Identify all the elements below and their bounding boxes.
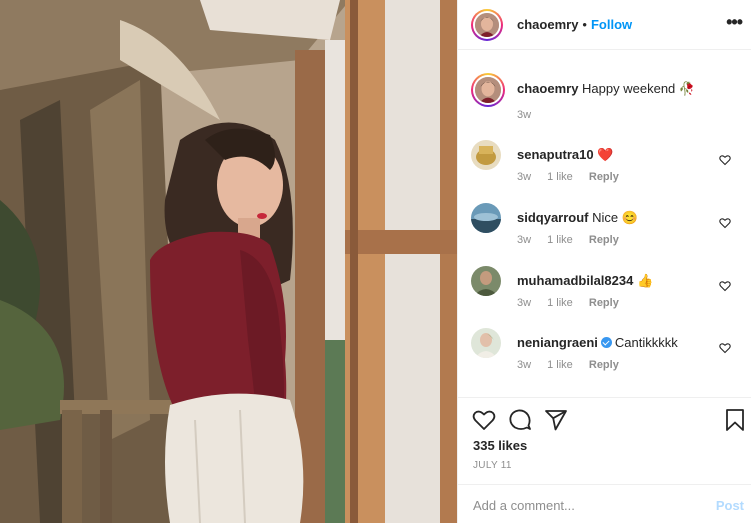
comment-composer: Post bbox=[458, 484, 751, 523]
caption-text: Happy weekend bbox=[582, 81, 676, 96]
author-username[interactable]: chaoemry bbox=[517, 17, 578, 32]
commenter-avatar[interactable] bbox=[471, 266, 501, 296]
comment-meta: 3w 1 like Reply bbox=[517, 234, 632, 246]
post-actions: 335 likes JULY 11 bbox=[458, 397, 751, 483]
author-avatar[interactable] bbox=[471, 8, 503, 41]
comment-age: 3w bbox=[517, 297, 532, 309]
comment-age: 3w bbox=[517, 359, 532, 371]
post-date[interactable]: JULY 11 bbox=[473, 460, 512, 471]
comment-body: senaputra10 ❤️ bbox=[517, 146, 722, 163]
caption-avatar[interactable] bbox=[471, 73, 505, 107]
comment-username[interactable]: senaputra10 bbox=[517, 147, 594, 162]
comment-likes[interactable]: 1 like bbox=[547, 359, 573, 371]
comment-age: 3w bbox=[517, 234, 532, 246]
comment-meta: 3w 1 like Reply bbox=[517, 171, 632, 183]
comment-likes[interactable]: 1 like bbox=[547, 171, 573, 183]
comment-text: Nice 😊 bbox=[592, 210, 638, 225]
comment-likes[interactable]: 1 like bbox=[547, 297, 573, 309]
comment-username[interactable]: neniangraeni bbox=[517, 335, 598, 350]
comment-meta: 3w 1 like Reply bbox=[517, 297, 632, 309]
likes-count[interactable]: 335 likes bbox=[473, 438, 527, 453]
separator-dot: • bbox=[582, 17, 587, 32]
follow-button[interactable]: Follow bbox=[591, 17, 632, 32]
commenter-avatar[interactable] bbox=[471, 328, 501, 358]
comment-text: Cantikkkkk bbox=[614, 335, 678, 350]
paper-plane-icon[interactable] bbox=[544, 408, 568, 432]
rose-emoji: 🥀 bbox=[678, 81, 696, 96]
comment-text: 👍 bbox=[636, 273, 654, 288]
post-header: chaoemry • Follow ••• bbox=[458, 0, 751, 50]
post-sidebar: chaoemry • Follow ••• chaoemry Happy wee… bbox=[457, 0, 751, 523]
bookmark-icon[interactable] bbox=[723, 408, 747, 432]
post-comment-button[interactable]: Post bbox=[716, 498, 744, 513]
comment-body: muhamadbilal8234 👍 bbox=[517, 272, 722, 289]
comment-meta: 3w 1 like Reply bbox=[517, 359, 632, 371]
comment-heart-icon[interactable] bbox=[719, 280, 731, 292]
comment-heart-icon[interactable] bbox=[719, 154, 731, 166]
comment-body: sidqyarrouf Nice 😊 bbox=[517, 209, 722, 226]
comment-input[interactable] bbox=[473, 495, 693, 515]
reply-button[interactable]: Reply bbox=[589, 359, 619, 371]
comment-username[interactable]: muhamadbilal8234 bbox=[517, 273, 633, 288]
caption-username[interactable]: chaoemry bbox=[517, 81, 578, 96]
comment-body: neniangraeni Cantikkkkk bbox=[517, 334, 722, 351]
verified-badge-icon bbox=[600, 337, 612, 348]
reply-button[interactable]: Reply bbox=[589, 234, 619, 246]
comment-text: ❤️ bbox=[597, 147, 614, 162]
comment-heart-icon[interactable] bbox=[719, 342, 731, 354]
reply-button[interactable]: Reply bbox=[589, 171, 619, 183]
caption-body: chaoemry Happy weekend 🥀 bbox=[517, 80, 722, 97]
post-photo[interactable] bbox=[0, 0, 457, 523]
comments-list[interactable]: chaoemry Happy weekend 🥀 3w senaputra10 … bbox=[458, 51, 751, 396]
commenter-avatar[interactable] bbox=[471, 203, 501, 233]
heart-icon[interactable] bbox=[472, 408, 496, 432]
commenter-avatar[interactable] bbox=[471, 140, 501, 170]
caption-meta: 3w bbox=[517, 109, 544, 121]
comment-heart-icon[interactable] bbox=[719, 217, 731, 229]
woman-in-red-sweater-photo bbox=[0, 0, 457, 523]
caption-age: 3w bbox=[517, 109, 532, 121]
comment-age: 3w bbox=[517, 171, 532, 183]
comment-username[interactable]: sidqyarrouf bbox=[517, 210, 589, 225]
comment-likes[interactable]: 1 like bbox=[547, 234, 573, 246]
more-dots-icon[interactable]: ••• bbox=[726, 13, 743, 31]
reply-button[interactable]: Reply bbox=[589, 297, 619, 309]
speech-bubble-icon[interactable] bbox=[508, 408, 532, 432]
